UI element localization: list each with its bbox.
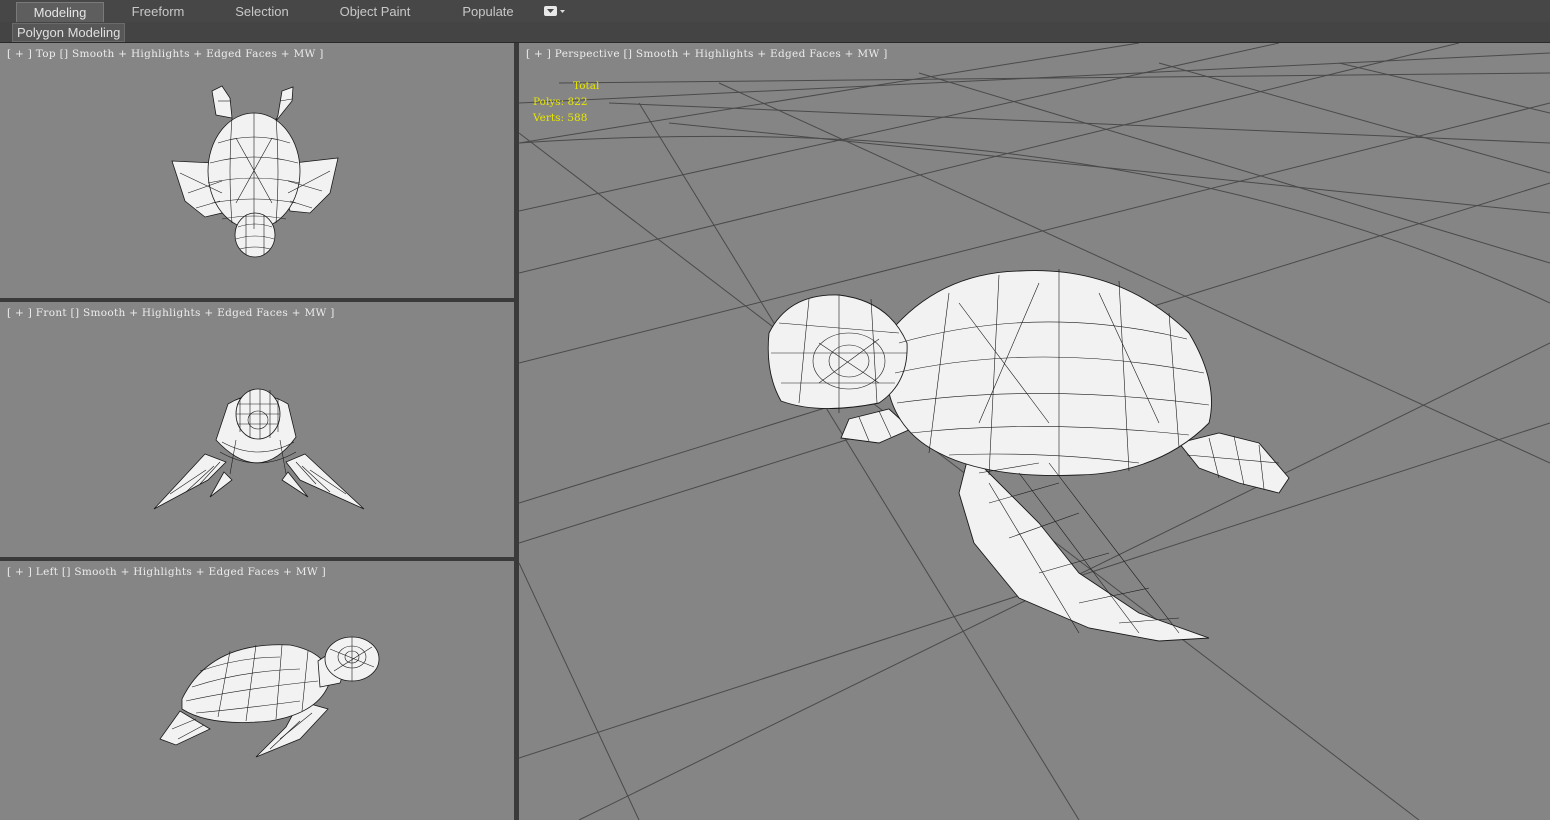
ribbon-options-icon[interactable] xyxy=(543,4,567,18)
tab-modeling[interactable]: Modeling xyxy=(16,2,104,22)
tab-freeform[interactable]: Freeform xyxy=(118,2,198,21)
viewport-front[interactable]: [ + ] Front [] Smooth + Highlights + Edg… xyxy=(0,302,514,557)
viewport-divider-horizontal-2[interactable] xyxy=(0,557,514,561)
viewport-top[interactable]: [ + ] Top [] Smooth + Highlights + Edged… xyxy=(0,43,514,298)
viewport-divider-horizontal-1[interactable] xyxy=(0,298,514,302)
tab-object-paint[interactable]: Object Paint xyxy=(328,2,422,21)
poly-stats-overlay: Total Polys: 822 Verts: 588 xyxy=(533,78,599,126)
front-view-turtle xyxy=(153,388,365,510)
stats-polys: Polys: 822 xyxy=(533,96,588,108)
viewport-divider-vertical[interactable] xyxy=(514,43,519,820)
ribbon-panel-row: Polygon Modeling xyxy=(0,22,1550,43)
polygon-modeling-panel[interactable]: Polygon Modeling xyxy=(12,23,126,42)
stats-verts: Verts: 588 xyxy=(533,112,588,124)
viewport-label-front[interactable]: [ + ] Front [] Smooth + Highlights + Edg… xyxy=(7,307,335,319)
ribbon-tab-bar: Modeling Freeform Selection Object Paint… xyxy=(0,0,1550,23)
turtle-model xyxy=(767,270,1290,642)
left-view-turtle xyxy=(159,636,380,758)
viewport-label-left[interactable]: [ + ] Left [] Smooth + Highlights + Edge… xyxy=(7,566,326,578)
viewport-label-perspective[interactable]: [ + ] Perspective [] Smooth + Highlights… xyxy=(526,48,888,60)
tab-selection[interactable]: Selection xyxy=(222,2,302,21)
viewport-label-top[interactable]: [ + ] Top [] Smooth + Highlights + Edged… xyxy=(7,48,324,60)
viewport-perspective[interactable]: [ + ] Perspective [] Smooth + Highlights… xyxy=(519,43,1550,820)
tab-populate[interactable]: Populate xyxy=(450,2,526,21)
stats-header: Total xyxy=(573,80,600,92)
viewport-left[interactable]: [ + ] Left [] Smooth + Highlights + Edge… xyxy=(0,561,514,820)
perspective-scene xyxy=(519,43,1550,820)
top-view-turtle xyxy=(171,85,339,258)
